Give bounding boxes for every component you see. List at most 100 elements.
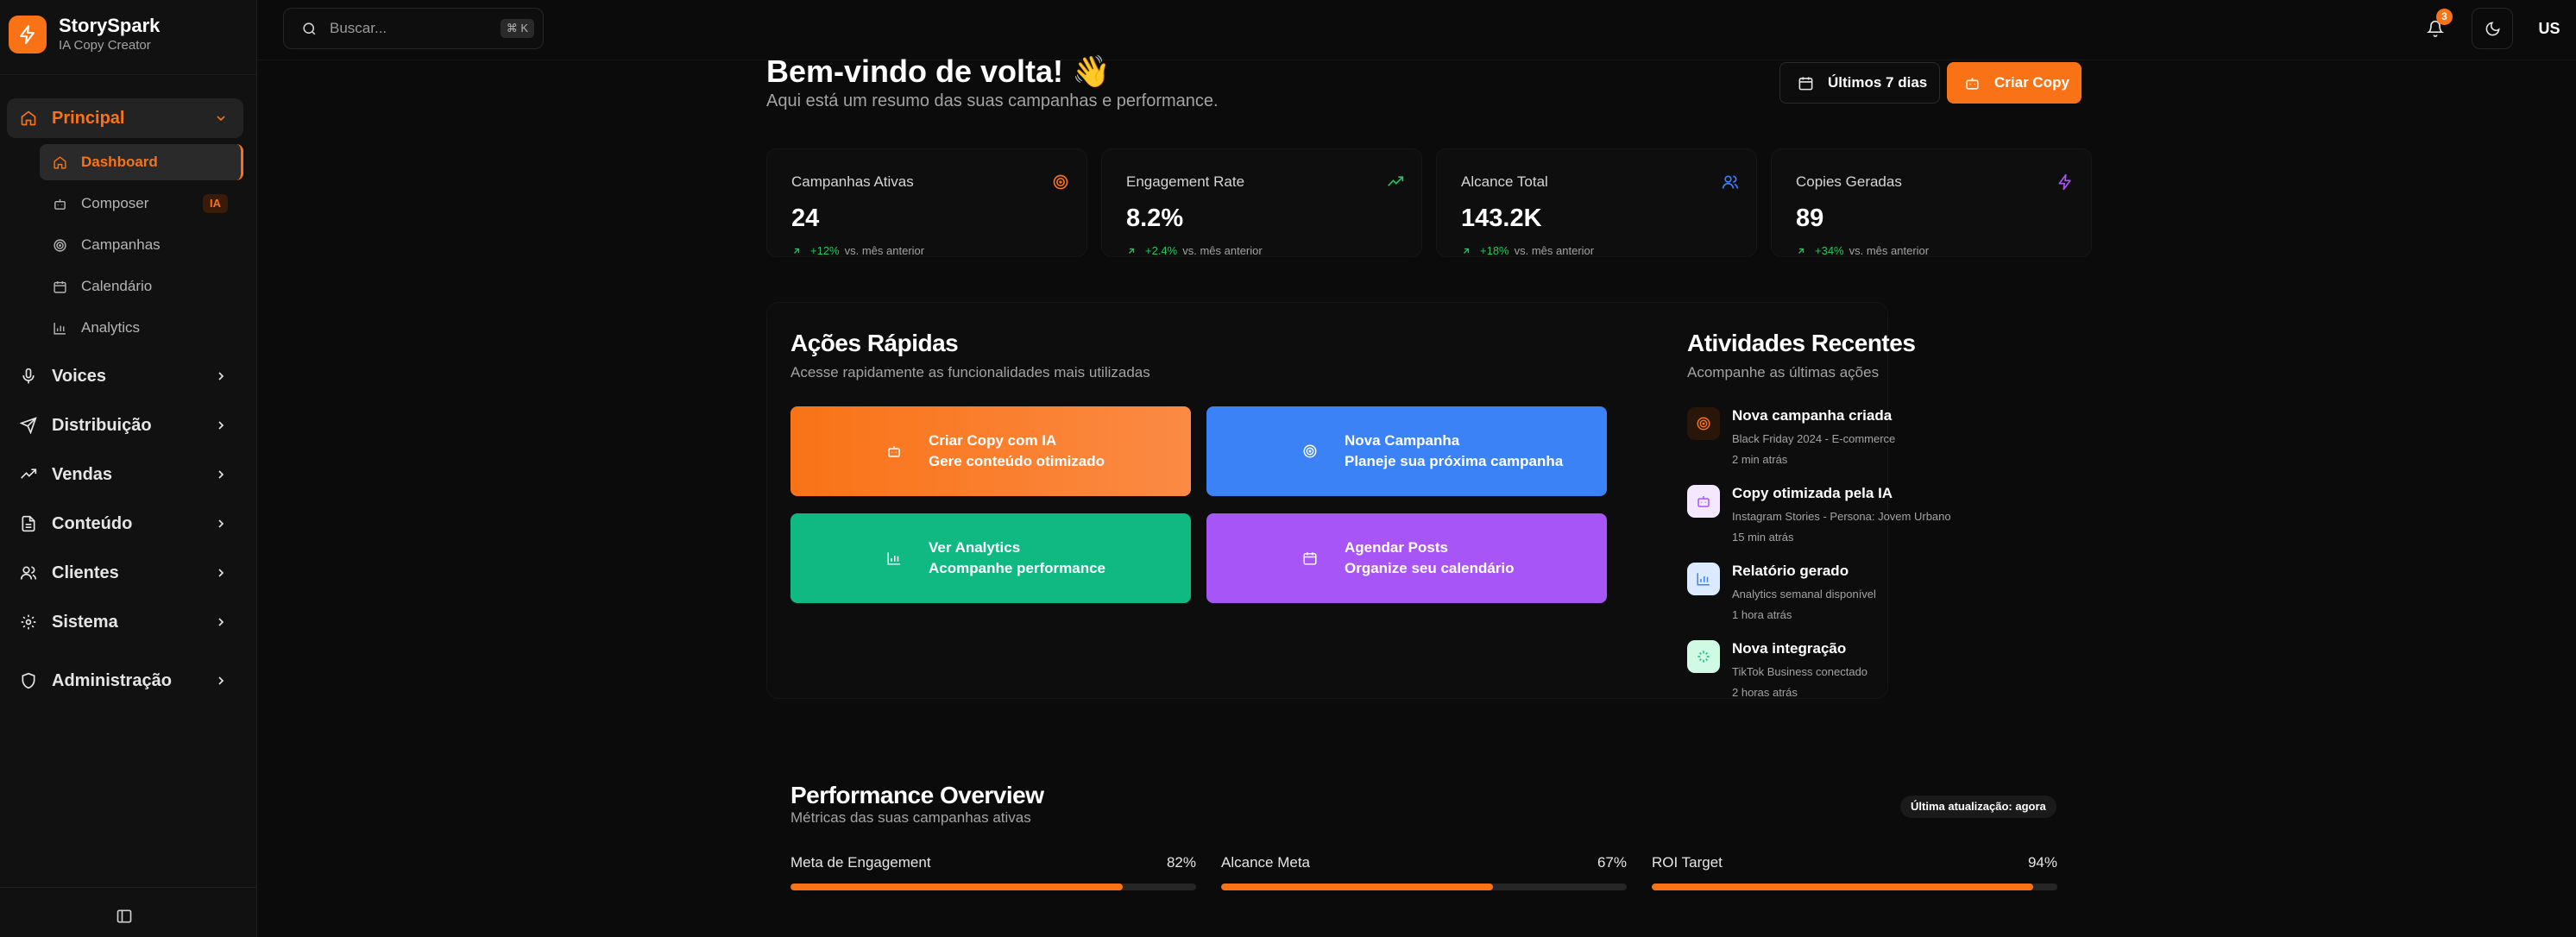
stat-delta-suffix: vs. mês anterior <box>1514 244 1595 257</box>
action-subtitle: Gere conteúdo otimizado <box>929 453 1105 469</box>
calendar-icon <box>1798 76 1813 90</box>
sidebar-section-label: Vendas <box>52 464 113 484</box>
chevron-right-icon <box>214 517 228 531</box>
file-icon <box>19 514 38 533</box>
stat-title: Engagement Rate <box>1126 173 1245 190</box>
create-copy-label: Criar Copy <box>1994 74 2069 91</box>
stat-delta-value: +34% <box>1815 244 1844 257</box>
activity-time: 1 hora atrás <box>1732 608 1792 621</box>
activity-description: TikTok Business conectado <box>1732 665 1868 678</box>
sidebar-section-sistema[interactable]: Sistema <box>7 602 243 642</box>
sidebar-item-calendario[interactable]: Calendário <box>40 268 243 305</box>
metric-label: Meta de Engagement <box>790 854 931 871</box>
ia-badge: IA <box>203 194 228 213</box>
sidebar-item-campanhas[interactable]: Campanhas <box>40 227 243 263</box>
search-icon <box>301 21 318 37</box>
progress-fill <box>1221 884 1493 890</box>
brand-name: StorySpark <box>59 15 161 36</box>
stat-value: 89 <box>1796 204 1824 232</box>
sidebar-item-analytics[interactable]: Analytics <box>40 310 243 346</box>
brand[interactable]: StorySpark IA Copy Creator <box>9 14 160 55</box>
stat-delta-value: +2.4% <box>1145 244 1178 257</box>
bar-chart-icon <box>52 320 67 336</box>
sidebar-section-label: Voices <box>52 366 106 386</box>
bolt-logo-icon <box>9 16 47 53</box>
bot-icon <box>52 196 67 211</box>
stat-delta: +2.4% vs. mês anterior <box>1126 244 1263 257</box>
bot-icon <box>885 443 903 460</box>
sidebar-section-label: Principal <box>52 108 125 128</box>
stat-delta: +34% vs. mês anterior <box>1796 244 1929 257</box>
calendar-icon <box>1301 550 1319 567</box>
metric-label: Alcance Meta <box>1221 854 1310 871</box>
sidebar-item-label: Campanhas <box>81 236 161 253</box>
main-content: Bem-vindo de volta! 👋 Aqui está um resum… <box>257 53 2576 937</box>
divider <box>0 74 256 75</box>
sidebar-section-clientes[interactable]: Clientes <box>7 553 243 593</box>
activity-time: 15 min atrás <box>1732 531 1794 544</box>
action-agendar-posts[interactable]: Agendar Posts Organize seu calendário <box>1206 513 1607 603</box>
home-icon <box>52 154 67 170</box>
stat-title: Alcance Total <box>1461 173 1548 190</box>
users-icon <box>1722 173 1739 191</box>
page-subtitle: Aqui está um resumo das suas campanhas e… <box>766 91 1219 110</box>
sidebar-section-label: Distribuição <box>52 415 152 435</box>
activity-title: Copy otimizada pela IA <box>1732 485 1893 501</box>
sidebar-item-label: Dashboard <box>81 154 158 170</box>
sidebar-section-distribuicao[interactable]: Distribuição <box>7 406 243 445</box>
progress-track <box>1652 884 2057 890</box>
metric-percent: 67% <box>1597 854 1627 871</box>
stat-card-campanhas: Campanhas Ativas 24 +12% vs. mês anterio… <box>766 148 1087 257</box>
action-title: Agendar Posts <box>1345 539 1448 556</box>
sidebar-section-principal[interactable]: Principal <box>7 98 243 138</box>
metric-roi-target: ROI Target 94% <box>1652 854 2057 890</box>
sparkles-icon <box>1687 640 1720 673</box>
sidebar-section-vendas[interactable]: Vendas <box>7 455 243 494</box>
target-icon <box>1687 407 1720 440</box>
brand-subtitle: IA Copy Creator <box>59 38 151 53</box>
stat-title: Copies Geradas <box>1796 173 1902 190</box>
gear-icon <box>19 613 38 632</box>
sidebar-section-voices[interactable]: Voices <box>7 356 243 396</box>
activity-description: Black Friday 2024 - E-commerce <box>1732 432 1896 445</box>
create-copy-button[interactable]: Criar Copy <box>1947 62 2082 104</box>
notifications-button[interactable]: 3 <box>2415 8 2456 49</box>
activity-time: 2 min atrás <box>1732 453 1788 466</box>
sidebar-item-dashboard[interactable]: Dashboard <box>40 144 243 180</box>
chevron-right-icon <box>214 566 228 580</box>
calendar-icon <box>52 279 67 294</box>
stat-card-copies: Copies Geradas 89 +34% vs. mês anterior <box>1771 148 2092 257</box>
avatar[interactable]: US <box>2529 8 2570 49</box>
activity-time: 2 horas atrás <box>1732 686 1798 699</box>
activity-title: Nova campanha criada <box>1732 407 1893 424</box>
theme-toggle-button[interactable] <box>2472 8 2513 49</box>
arrow-up-right-icon <box>1798 248 1804 254</box>
page-title: Bem-vindo de volta! 👋 <box>766 53 1111 89</box>
activity-item: Nova campanha criada Black Friday 2024 -… <box>1687 407 2050 480</box>
search-input[interactable]: Buscar... ⌘ K <box>283 8 544 49</box>
date-range-button[interactable]: Últimos 7 dias <box>1779 62 1940 104</box>
sidebar-section-administracao[interactable]: Administração <box>7 661 243 701</box>
action-ver-analytics[interactable]: Ver Analytics Acompanhe performance <box>790 513 1191 603</box>
sidebar-item-label: Composer <box>81 195 149 211</box>
action-nova-campanha[interactable]: Nova Campanha Planeje sua próxima campan… <box>1206 406 1607 496</box>
bar-chart-icon <box>885 550 903 567</box>
sidebar-item-composer[interactable]: Composer IA <box>40 186 243 222</box>
stat-delta-value: +18% <box>1480 244 1509 257</box>
zap-icon <box>2056 173 2074 191</box>
sidebar-toggle-icon[interactable] <box>116 908 135 927</box>
action-subtitle: Planeje sua próxima campanha <box>1345 453 1564 469</box>
progress-track <box>790 884 1196 890</box>
action-criar-copy[interactable]: Criar Copy com IA Gere conteúdo otimizad… <box>790 406 1191 496</box>
search-placeholder: Buscar... <box>330 20 387 36</box>
send-icon <box>19 416 38 435</box>
quick-actions-title: Ações Rápidas <box>790 330 959 356</box>
sidebar-section-conteudo[interactable]: Conteúdo <box>7 504 243 544</box>
bot-icon <box>1687 485 1720 518</box>
activity-item: Relatório gerado Analytics semanal dispo… <box>1687 563 2050 635</box>
stat-value: 8.2% <box>1126 204 1184 232</box>
trending-up-icon <box>1387 173 1404 191</box>
stat-delta-value: +12% <box>810 244 840 257</box>
metric-label: ROI Target <box>1652 854 1723 871</box>
sidebar-item-label: Calendário <box>81 278 153 294</box>
